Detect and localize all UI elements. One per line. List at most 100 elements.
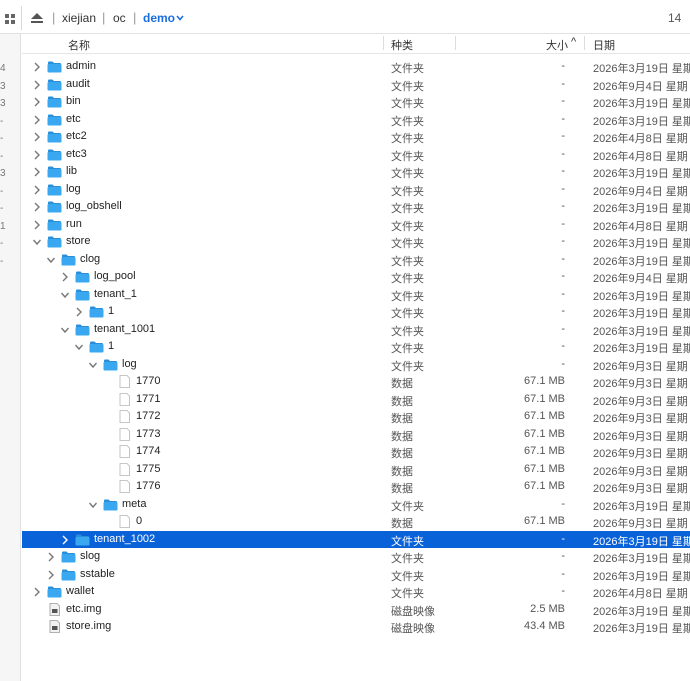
disclosure-expanded-icon[interactable] (75, 342, 83, 352)
disclosure-expanded-icon[interactable] (61, 290, 69, 300)
file-name[interactable]: etc3 (66, 148, 87, 160)
disclosure-collapsed-icon[interactable] (33, 97, 41, 107)
file-name[interactable]: tenant_1 (94, 288, 137, 300)
disclosure-collapsed-icon[interactable] (33, 80, 41, 90)
file-name[interactable]: etc.img (66, 603, 101, 615)
eject-icon[interactable] (31, 13, 43, 23)
disclosure-collapsed-icon[interactable] (33, 167, 41, 177)
file-row[interactable]: store 文件夹 - 2026年3月19日 星期 (22, 233, 690, 251)
file-name[interactable]: run (66, 218, 82, 230)
disclosure-collapsed-icon[interactable] (61, 272, 69, 282)
file-name[interactable]: admin (66, 60, 96, 72)
file-name[interactable]: log (122, 358, 137, 370)
file-name[interactable]: clog (80, 253, 100, 265)
file-row[interactable]: sstable 文件夹 - 2026年3月19日 星期 (22, 566, 690, 584)
disclosure-expanded-icon[interactable] (61, 325, 69, 335)
disclosure-collapsed-icon[interactable] (61, 535, 69, 545)
file-row[interactable]: log 文件夹 - 2026年9月4日 星期 (22, 181, 690, 199)
file-name[interactable]: 0 (136, 515, 142, 527)
column-divider[interactable] (383, 36, 384, 50)
file-name[interactable]: tenant_1002 (94, 533, 155, 545)
file-name[interactable]: etc2 (66, 130, 87, 142)
file-row[interactable]: bin 文件夹 - 2026年3月19日 星期 (22, 93, 690, 111)
column-size[interactable]: 大小 (546, 37, 568, 53)
file-row[interactable]: meta 文件夹 - 2026年3月19日 星期 (22, 496, 690, 514)
file-row[interactable]: 1770 数据 67.1 MB 2026年9月3日 星期 (22, 373, 690, 391)
file-name[interactable]: log_obshell (66, 200, 122, 212)
disclosure-collapsed-icon[interactable] (33, 202, 41, 212)
file-row[interactable]: 1776 数据 67.1 MB 2026年9月3日 星期 (22, 478, 690, 496)
file-name[interactable]: etc (66, 113, 81, 125)
file-name[interactable]: store.img (66, 620, 111, 632)
file-name[interactable]: wallet (66, 585, 94, 597)
file-row[interactable]: 1 文件夹 - 2026年3月19日 星期 (22, 338, 690, 356)
breadcrumb-xiejian[interactable]: xiejian (62, 11, 96, 25)
disclosure-collapsed-icon[interactable] (33, 132, 41, 142)
file-row[interactable]: 1775 数据 67.1 MB 2026年9月3日 星期 (22, 461, 690, 479)
disclosure-collapsed-icon[interactable] (75, 307, 83, 317)
file-name[interactable]: 1 (108, 305, 114, 317)
file-row[interactable]: etc2 文件夹 - 2026年4月8日 星期 (22, 128, 690, 146)
file-row[interactable]: log_obshell 文件夹 - 2026年3月19日 星期 (22, 198, 690, 216)
file-name[interactable]: log (66, 183, 81, 195)
file-row[interactable]: wallet 文件夹 - 2026年4月8日 星期 (22, 583, 690, 601)
column-kind[interactable]: 种类 (391, 37, 413, 53)
file-name[interactable]: bin (66, 95, 81, 107)
disclosure-collapsed-icon[interactable] (47, 570, 55, 580)
file-name[interactable]: 1 (108, 340, 114, 352)
file-row[interactable]: 1773 数据 67.1 MB 2026年9月3日 星期 (22, 426, 690, 444)
file-row[interactable]: clog 文件夹 - 2026年3月19日 星期 (22, 251, 690, 269)
disclosure-expanded-icon[interactable] (47, 255, 55, 265)
file-row[interactable]: log 文件夹 - 2026年9月3日 星期 (22, 356, 690, 374)
disclosure-expanded-icon[interactable] (89, 360, 97, 370)
file-name[interactable]: 1773 (136, 428, 160, 440)
disclosure-collapsed-icon[interactable] (33, 150, 41, 160)
column-divider[interactable] (455, 36, 456, 50)
file-row[interactable]: etc.img 磁盘映像 2.5 MB 2026年3月19日 星期 (22, 601, 690, 619)
file-row[interactable]: run 文件夹 - 2026年4月8日 星期 (22, 216, 690, 234)
disclosure-collapsed-icon[interactable] (33, 62, 41, 72)
file-row[interactable]: 1772 数据 67.1 MB 2026年9月3日 星期 (22, 408, 690, 426)
file-row[interactable]: store.img 磁盘映像 43.4 MB 2026年3月19日 星期 (22, 618, 690, 636)
grid-view-icon[interactable] (5, 14, 15, 24)
file-row[interactable]: tenant_1 文件夹 - 2026年3月19日 星期 (22, 286, 690, 304)
file-row[interactable]: 1774 数据 67.1 MB 2026年9月3日 星期 (22, 443, 690, 461)
file-name[interactable]: log_pool (94, 270, 136, 282)
file-row[interactable]: tenant_1002 文件夹 - 2026年3月19日 星期 (22, 530, 690, 548)
disclosure-collapsed-icon[interactable] (33, 220, 41, 230)
file-row[interactable]: 1 文件夹 - 2026年3月19日 星期 (22, 303, 690, 321)
file-name[interactable]: 1775 (136, 463, 160, 475)
file-name[interactable]: meta (122, 498, 146, 510)
breadcrumb-oc[interactable]: oc (113, 11, 126, 25)
file-name[interactable]: 1770 (136, 375, 160, 387)
file-name[interactable]: 1776 (136, 480, 160, 492)
file-row[interactable]: etc3 文件夹 - 2026年4月8日 星期 (22, 146, 690, 164)
file-row[interactable]: slog 文件夹 - 2026年3月19日 星期 (22, 548, 690, 566)
file-name[interactable]: tenant_1001 (94, 323, 155, 335)
file-name[interactable]: lib (66, 165, 77, 177)
file-name[interactable]: 1774 (136, 445, 160, 457)
column-divider[interactable] (584, 36, 585, 50)
file-row[interactable]: lib 文件夹 - 2026年3月19日 星期 (22, 163, 690, 181)
file-row[interactable]: admin 文件夹 - 2026年3月19日 星期 (22, 58, 690, 76)
chevron-down-icon[interactable] (176, 15, 184, 21)
disclosure-collapsed-icon[interactable] (47, 552, 55, 562)
file-row[interactable]: tenant_1001 文件夹 - 2026年3月19日 星期 (22, 321, 690, 339)
column-date[interactable]: 日期 (593, 37, 615, 53)
file-row[interactable]: audit 文件夹 - 2026年9月4日 星期 (22, 76, 690, 94)
file-name[interactable]: store (66, 235, 90, 247)
file-name[interactable]: sstable (80, 568, 115, 580)
disclosure-collapsed-icon[interactable] (33, 587, 41, 597)
file-name[interactable]: 1771 (136, 393, 160, 405)
file-name[interactable]: 1772 (136, 410, 160, 422)
disclosure-collapsed-icon[interactable] (33, 115, 41, 125)
disclosure-expanded-icon[interactable] (33, 237, 41, 247)
file-row[interactable]: log_pool 文件夹 - 2026年9月4日 星期 (22, 268, 690, 286)
disclosure-collapsed-icon[interactable] (33, 185, 41, 195)
column-name[interactable]: 名称 (68, 37, 90, 53)
file-row[interactable]: 0 数据 67.1 MB 2026年9月3日 星期 (22, 513, 690, 531)
file-name[interactable]: audit (66, 78, 90, 90)
breadcrumb-demo[interactable]: demo (143, 11, 175, 25)
file-name[interactable]: slog (80, 550, 100, 562)
file-row[interactable]: 1771 数据 67.1 MB 2026年9月3日 星期 (22, 391, 690, 409)
